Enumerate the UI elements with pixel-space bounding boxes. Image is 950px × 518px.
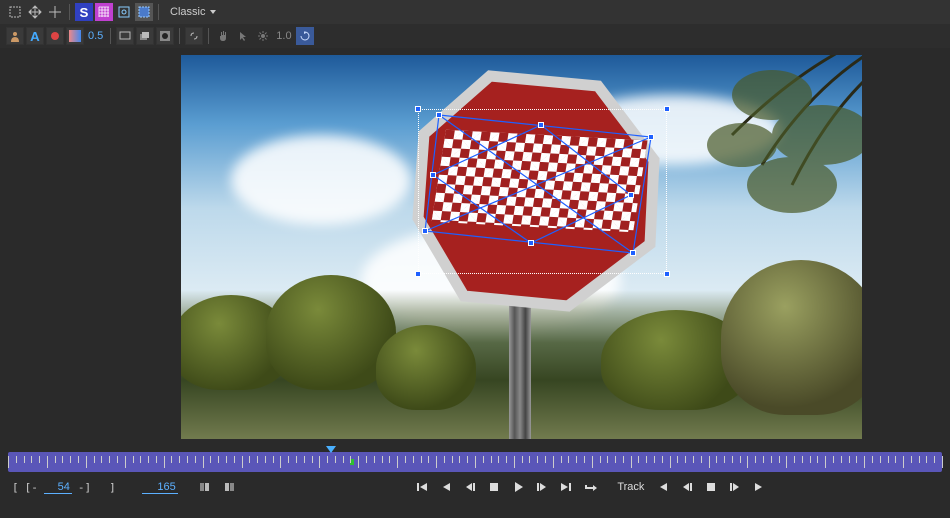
foreground-branches xyxy=(652,55,862,245)
track-frame-forward-icon[interactable] xyxy=(726,478,744,496)
text-a-icon[interactable]: A xyxy=(26,27,44,45)
playhead[interactable] xyxy=(326,446,336,453)
selection-handle[interactable] xyxy=(648,134,654,140)
frame-back-icon[interactable] xyxy=(461,478,479,496)
opacity-value[interactable]: 0.5 xyxy=(86,30,105,42)
frame-forward-icon[interactable] xyxy=(533,478,551,496)
snap-toggle-icon[interactable]: S xyxy=(75,3,93,21)
separator xyxy=(110,28,111,44)
bbox-handle[interactable] xyxy=(664,106,670,112)
chevron-down-icon xyxy=(209,8,217,16)
selection-handle[interactable] xyxy=(436,112,442,118)
cloud xyxy=(231,135,411,225)
tree xyxy=(376,325,476,410)
onion-value[interactable]: 1.0 xyxy=(274,30,293,42)
timeline-area: [ [- 54 -] ] 165 Track xyxy=(0,448,950,518)
range-start-close: -] xyxy=(78,481,91,494)
separator xyxy=(208,28,209,44)
go-end-icon[interactable] xyxy=(557,478,575,496)
range-open-bracket[interactable]: [ xyxy=(12,481,19,494)
selection-handle[interactable] xyxy=(422,228,428,234)
sun-icon[interactable] xyxy=(254,27,272,45)
crosshair-icon[interactable] xyxy=(46,3,64,21)
track-forward-icon[interactable] xyxy=(750,478,768,496)
bbox-handle[interactable] xyxy=(415,106,421,112)
play-icon[interactable] xyxy=(509,478,527,496)
current-frame-input[interactable]: 165 xyxy=(142,481,178,494)
toolbar-row-2: A 0.5 1.0 xyxy=(0,24,950,48)
screen-icon[interactable] xyxy=(116,27,134,45)
selection-handle[interactable] xyxy=(538,122,544,128)
range-end-bracket[interactable]: ] xyxy=(109,481,116,494)
select-tool-icon[interactable] xyxy=(6,3,24,21)
stop-icon[interactable] xyxy=(485,478,503,496)
track-label: Track xyxy=(617,481,644,493)
bbox-handle[interactable] xyxy=(415,271,421,277)
separator xyxy=(158,4,159,20)
refresh-icon[interactable] xyxy=(296,27,314,45)
gradient-icon[interactable] xyxy=(66,27,84,45)
mask-icon[interactable] xyxy=(156,27,174,45)
step-back-icon[interactable] xyxy=(437,478,455,496)
move-tool-icon[interactable] xyxy=(26,3,44,21)
toolbar-row-1: S Classic xyxy=(0,0,950,24)
layers-icon[interactable] xyxy=(136,27,154,45)
pointer-icon[interactable] xyxy=(234,27,252,45)
checker-overlay xyxy=(431,130,647,232)
track-back-icon[interactable] xyxy=(654,478,672,496)
loop-icon[interactable] xyxy=(581,478,599,496)
person-icon[interactable] xyxy=(6,27,24,45)
selection-handle[interactable] xyxy=(430,172,436,178)
mode-dropdown[interactable]: Classic xyxy=(164,4,223,20)
hand-icon[interactable] xyxy=(214,27,232,45)
go-start-icon[interactable] xyxy=(413,478,431,496)
selection-handle[interactable] xyxy=(630,250,636,256)
track-stop-icon[interactable] xyxy=(702,478,720,496)
selection-handle[interactable] xyxy=(528,240,534,246)
bbox-handle[interactable] xyxy=(664,271,670,277)
timeline-ruler[interactable] xyxy=(8,452,942,472)
tree xyxy=(721,260,862,415)
mode-dropdown-label: Classic xyxy=(170,6,205,18)
link-icon[interactable] xyxy=(185,27,203,45)
crop-tool-icon[interactable] xyxy=(115,3,133,21)
separator xyxy=(179,28,180,44)
separator xyxy=(69,4,70,20)
marquee-icon[interactable] xyxy=(135,3,153,21)
viewport[interactable] xyxy=(181,55,862,439)
range-start-open: [- xyxy=(25,481,38,494)
track-frame-back-icon[interactable] xyxy=(678,478,696,496)
selection-handle[interactable] xyxy=(628,192,634,198)
grid-toggle-icon[interactable] xyxy=(95,3,113,21)
timeline-controls: [ [- 54 -] ] 165 Track xyxy=(0,472,950,502)
range-start-input[interactable]: 54 xyxy=(44,481,72,494)
ghost-next-icon[interactable] xyxy=(220,478,238,496)
ghost-prev-icon[interactable] xyxy=(196,478,214,496)
red-dot-icon[interactable] xyxy=(46,27,64,45)
